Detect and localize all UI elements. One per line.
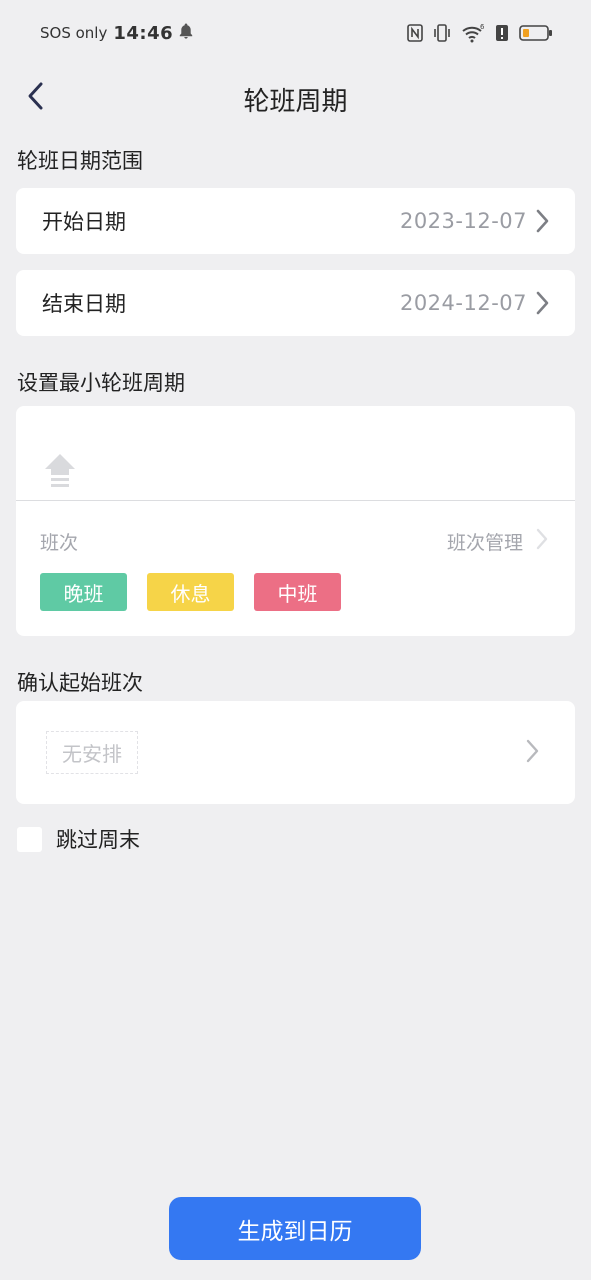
shift-row: 班次 班次管理 [40,526,549,556]
status-bar: SOS only 14:46 6 [0,0,591,66]
skip-weekend-label: 跳过周末 [56,828,140,852]
status-left: SOS only 14:46 [40,23,193,44]
min-cycle-card: 班次 班次管理 晚班 休息 中班 [16,406,575,636]
generate-calendar-button[interactable]: 生成到日历 [169,1197,421,1260]
clock: 14:46 [113,22,174,44]
start-date-row[interactable]: 开始日期 2023-12-07 [16,188,575,254]
skip-weekend-row[interactable]: 跳过周末 [17,824,140,854]
shift-manage-link[interactable]: 班次管理 [447,527,549,555]
chevron-right-icon [535,290,549,316]
wifi-icon: 6 [461,23,485,43]
carrier-text: SOS only [40,24,108,42]
battery-alert-icon [495,24,509,42]
upload-arrow-icon [43,452,77,496]
start-date-right: 2023-12-07 [400,208,549,234]
shift-chip[interactable]: 中班 [254,573,341,611]
vibrate-icon [433,23,451,43]
shift-chips: 晚班 休息 中班 [40,573,341,611]
shift-chip[interactable]: 晚班 [40,573,127,611]
chevron-right-icon [535,208,549,234]
end-date-value: 2024-12-07 [399,291,527,315]
page-title: 轮班周期 [243,86,348,117]
svg-text:6: 6 [480,23,485,31]
skip-weekend-checkbox[interactable] [17,826,42,852]
start-shift-row[interactable]: 无安排 [16,701,575,804]
status-right: 6 [407,23,553,43]
start-date-value: 2023-12-07 [399,209,527,233]
date-range-section-title: 轮班日期范围 [17,149,143,173]
end-date-right: 2024-12-07 [400,290,549,316]
nfc-icon [407,24,423,42]
shift-manage-label: 班次管理 [446,531,523,554]
start-date-label: 开始日期 [42,210,126,234]
bell-icon [179,23,193,43]
end-date-label: 结束日期 [42,292,126,316]
back-button[interactable] [18,78,52,118]
chevron-right-icon [535,527,549,555]
start-shift-value: 无安排 [46,731,138,774]
chevron-right-icon [525,738,539,768]
battery-icon [519,24,553,42]
shift-chip[interactable]: 休息 [147,573,234,611]
cycle-drop-area[interactable] [16,406,575,501]
chevron-left-icon [26,81,44,115]
end-date-row[interactable]: 结束日期 2024-12-07 [16,270,575,336]
min-cycle-section-title: 设置最小轮班周期 [17,371,185,395]
start-shift-section-title: 确认起始班次 [17,671,143,695]
header: 轮班周期 [0,66,591,132]
shift-label: 班次 [40,531,79,554]
